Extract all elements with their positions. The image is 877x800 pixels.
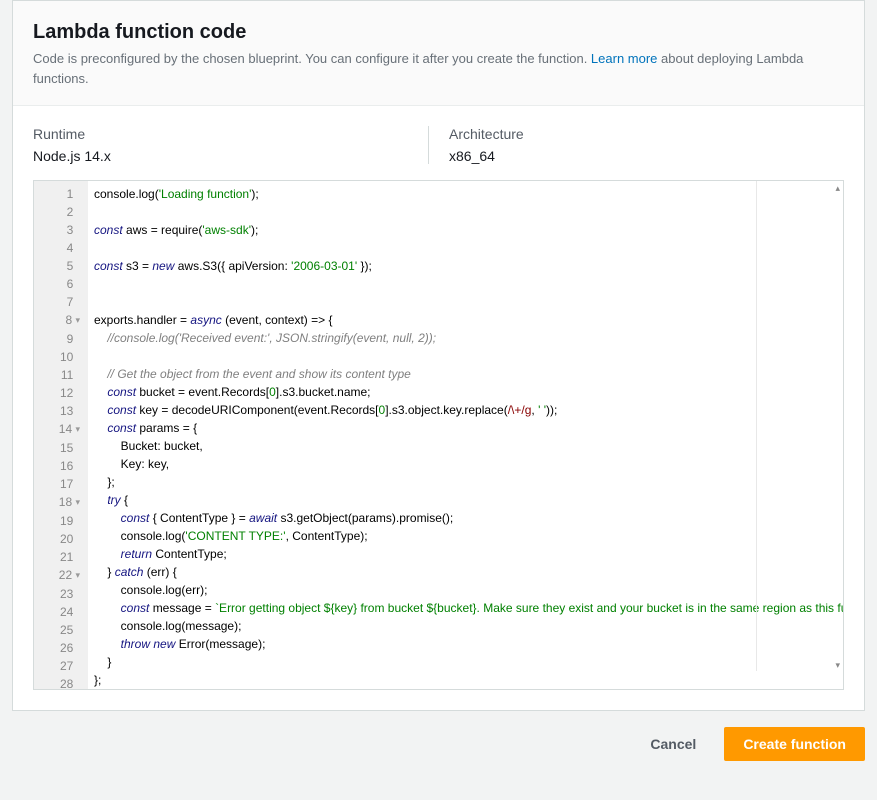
code-line: const message = `Error getting object ${… (94, 599, 839, 617)
code-line: const bucket = event.Records[0].s3.bucke… (94, 383, 839, 401)
panel-description: Code is preconfigured by the chosen blue… (33, 49, 844, 89)
code-line (94, 293, 839, 311)
code-line: try { (94, 491, 839, 509)
code-line: //console.log('Received event:', JSON.st… (94, 329, 839, 347)
scroll-up-icon[interactable] (827, 183, 841, 197)
code-line: } (94, 653, 839, 671)
learn-more-link[interactable]: Learn more (591, 51, 657, 66)
create-function-button[interactable]: Create function (724, 727, 865, 761)
code-line: } catch (err) { (94, 563, 839, 581)
runtime-column: Runtime Node.js 14.x (33, 126, 428, 164)
architecture-value: x86_64 (449, 148, 824, 164)
code-line: const key = decodeURIComponent(event.Rec… (94, 401, 839, 419)
code-line: console.log(message); (94, 617, 839, 635)
footer-actions: Cancel Create function (0, 711, 877, 761)
panel-title: Lambda function code (33, 19, 844, 45)
architecture-label: Architecture (449, 126, 824, 142)
code-line: throw new Error(message); (94, 635, 839, 653)
scroll-down-icon[interactable] (827, 673, 841, 687)
runtime-value: Node.js 14.x (33, 148, 408, 164)
panel-header: Lambda function code Code is preconfigur… (13, 1, 864, 106)
code-line (94, 275, 839, 293)
code-line: Key: key, (94, 455, 839, 473)
editor-gutter: 1 2 3 4 5 6 7 8 9 10 11 12 13 14 15 16 1… (34, 181, 88, 689)
code-line: console.log('Loading function'); (94, 185, 839, 203)
lambda-code-panel: Lambda function code Code is preconfigur… (12, 0, 865, 711)
code-line: }; (94, 473, 839, 491)
code-line: const aws = require('aws-sdk'); (94, 221, 839, 239)
cancel-button[interactable]: Cancel (632, 727, 714, 761)
code-line: // Get the object from the event and sho… (94, 365, 839, 383)
code-line: const s3 = new aws.S3({ apiVersion: '200… (94, 257, 839, 275)
code-line: const { ContentType } = await s3.getObje… (94, 509, 839, 527)
code-editor[interactable]: 1 2 3 4 5 6 7 8 9 10 11 12 13 14 15 16 1… (33, 180, 844, 690)
code-line (94, 347, 839, 365)
editor-viewport[interactable]: console.log('Loading function'); const a… (88, 181, 843, 689)
code-line: exports.handler = async (event, context)… (94, 311, 839, 329)
code-line: }; (94, 671, 839, 689)
code-line: return ContentType; (94, 545, 839, 563)
properties-row: Runtime Node.js 14.x Architecture x86_64 (13, 106, 864, 180)
code-line: const params = { (94, 419, 839, 437)
desc-prefix: Code is preconfigured by the chosen blue… (33, 51, 591, 66)
architecture-column: Architecture x86_64 (428, 126, 844, 164)
code-line (94, 203, 839, 221)
runtime-label: Runtime (33, 126, 408, 142)
code-line: console.log(err); (94, 581, 839, 599)
code-line (94, 239, 839, 257)
code-line: console.log('CONTENT TYPE:', ContentType… (94, 527, 839, 545)
print-margin-line (756, 181, 757, 671)
code-line: Bucket: bucket, (94, 437, 839, 455)
